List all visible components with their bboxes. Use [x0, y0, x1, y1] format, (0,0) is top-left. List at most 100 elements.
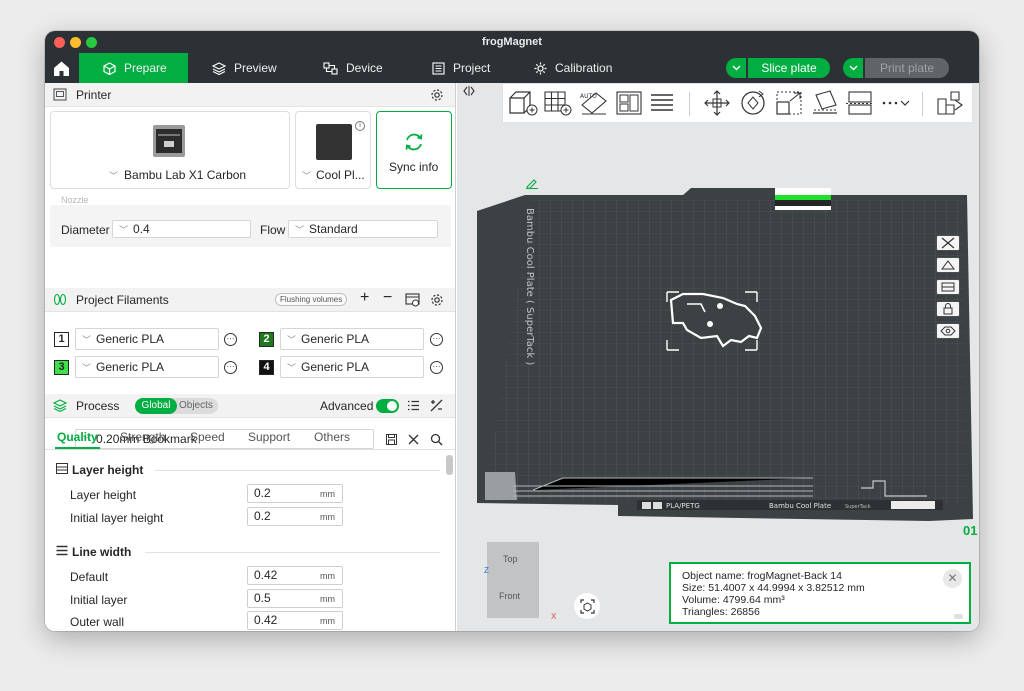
sync-icon [405, 133, 423, 151]
filament-options-icon[interactable]: ··· [224, 361, 237, 374]
tab-prepare[interactable]: Prepare [79, 53, 188, 83]
edit-plate-icon[interactable] [525, 179, 539, 189]
tab-strength[interactable]: Strength [120, 430, 165, 444]
layer-height-input[interactable]: 0.2 mm [247, 484, 343, 503]
close-icon[interactable] [408, 434, 419, 445]
printer-icon [53, 88, 67, 101]
maximize-window-button[interactable] [86, 37, 97, 48]
cut-icon[interactable] [846, 89, 874, 117]
lay-on-face-icon[interactable] [810, 89, 840, 117]
chevron-down-icon: ﹀ [82, 335, 92, 345]
initial-layer-height-input[interactable]: 0.2 mm [247, 507, 343, 526]
printer-section-label: Printer [76, 88, 112, 102]
sync-info-button[interactable]: Sync info [376, 111, 452, 189]
default-line-width-input[interactable]: 0.42 mm [247, 566, 343, 585]
printer-card[interactable]: ﹀ Bambu Lab X1 Carbon [50, 111, 290, 189]
assembly-view-icon[interactable] [935, 89, 965, 117]
tab-project[interactable]: Project [408, 53, 518, 83]
remove-filament-icon[interactable]: − [383, 289, 392, 307]
tab-quality[interactable]: Quality [57, 430, 98, 444]
filament-sync-icon[interactable] [405, 293, 420, 307]
outer-wall-line-width-label: Outer wall [70, 615, 125, 629]
print-plate-button[interactable]: Print plate [865, 58, 949, 78]
search-icon[interactable] [430, 433, 443, 446]
chevron-down-icon: ﹀ [109, 171, 119, 181]
info-icon[interactable]: i [355, 121, 365, 131]
home-button[interactable] [45, 53, 77, 83]
close-window-button[interactable] [54, 37, 65, 48]
filament-options-icon[interactable]: ··· [430, 333, 443, 346]
add-object-icon[interactable] [507, 89, 539, 117]
tab-speed[interactable]: Speed [190, 430, 225, 444]
tab-preview[interactable]: Preview [188, 53, 296, 83]
plate-card[interactable]: i ﹀ Cool Pl... [295, 111, 371, 189]
plate-orient-icon[interactable] [936, 323, 960, 339]
filament-select[interactable]: ﹀ Generic PLA [280, 356, 424, 378]
fit-view-icon [579, 598, 595, 614]
app-window: frogMagnet Prepare Preview Device Projec… [45, 31, 979, 631]
flushing-volumes-button[interactable]: Flushing volumes [275, 293, 348, 306]
tab-project-label: Project [453, 61, 491, 75]
plate-remove-icon[interactable] [936, 235, 960, 251]
fit-view-button[interactable] [574, 593, 600, 619]
filament-name: Generic PLA [96, 332, 165, 346]
view-cube-top[interactable]: Top [503, 554, 518, 564]
filament-select[interactable]: ﹀ Generic PLA [75, 328, 219, 350]
filament-select[interactable]: ﹀ Generic PLA [280, 328, 424, 350]
plate-lock-icon[interactable] [936, 301, 960, 317]
filament-name: Generic PLA [301, 332, 370, 346]
plate-arrange-icon[interactable] [936, 279, 960, 295]
build-plate[interactable]: Bambu Cool Plate ( SuperTack ) PLA/PETG … [473, 178, 973, 538]
home-icon [53, 61, 69, 76]
layers-stack-icon[interactable] [649, 89, 675, 117]
tab-calibration-label: Calibration [555, 61, 613, 75]
minimize-window-button[interactable] [70, 37, 81, 48]
tab-others[interactable]: Others [314, 430, 350, 444]
add-plate-icon[interactable] [543, 89, 573, 117]
close-info-button[interactable]: ✕ [943, 569, 962, 588]
save-icon[interactable] [386, 434, 397, 445]
cube-icon [103, 61, 116, 75]
settings-scrollbar[interactable] [446, 455, 453, 475]
arrange-icon[interactable] [615, 89, 643, 117]
unit-label: mm [320, 489, 335, 499]
advanced-toggle[interactable] [376, 399, 399, 413]
tab-device[interactable]: Device [299, 53, 407, 83]
list-icon[interactable] [407, 400, 420, 411]
view-cube-front[interactable]: Front [499, 591, 520, 601]
advanced-label: Advanced [320, 399, 374, 413]
flow-select[interactable]: ﹀ Standard [288, 220, 438, 238]
gear-icon[interactable] [430, 293, 444, 307]
toolbar-divider [922, 92, 923, 116]
rotate-icon[interactable] [738, 89, 768, 117]
viewport-toolbar: AUTO [502, 83, 973, 123]
slice-dropdown-button[interactable] [726, 58, 746, 78]
tab-support[interactable]: Support [248, 430, 290, 444]
auto-orient-icon[interactable]: AUTO [579, 89, 609, 117]
compare-icon[interactable] [430, 399, 443, 412]
add-filament-icon[interactable]: + [360, 289, 369, 307]
print-dropdown-button[interactable] [843, 58, 863, 78]
scale-icon[interactable] [774, 89, 804, 117]
tab-calibration[interactable]: Calibration [510, 53, 640, 83]
diameter-select[interactable]: ﹀ 0.4 [112, 220, 251, 238]
outer-wall-line-width-input[interactable]: 0.42 mm [247, 611, 343, 630]
initial-layer-line-width-value: 0.5 [254, 591, 271, 605]
plate-settings-icon[interactable] [936, 257, 960, 273]
object-info-panel: Object name: frogMagnet-Back 14 Size: 51… [669, 562, 971, 624]
gear-icon[interactable] [430, 88, 444, 102]
more-tools-icon[interactable] [880, 89, 912, 117]
collapse-sidebar-icon[interactable] [463, 86, 475, 96]
viewport-3d[interactable]: AUTO Bambu Cool Plate (SuperTack) PLA/… [457, 83, 979, 631]
move-icon[interactable] [702, 89, 732, 117]
unit-label: mm [320, 571, 335, 581]
filament-select[interactable]: ﹀ Generic PLA [75, 356, 219, 378]
global-toggle-button[interactable]: Global [135, 398, 177, 414]
initial-layer-line-width-input[interactable]: 0.5 mm [247, 589, 343, 608]
printer-name: Bambu Lab X1 Carbon [124, 168, 247, 182]
view-cube[interactable]: Top Front [487, 542, 539, 618]
filament-options-icon[interactable]: ··· [224, 333, 237, 346]
slice-plate-button[interactable]: Slice plate [748, 58, 830, 78]
objects-toggle-button[interactable]: Objects [179, 398, 213, 414]
filament-options-icon[interactable]: ··· [430, 361, 443, 374]
